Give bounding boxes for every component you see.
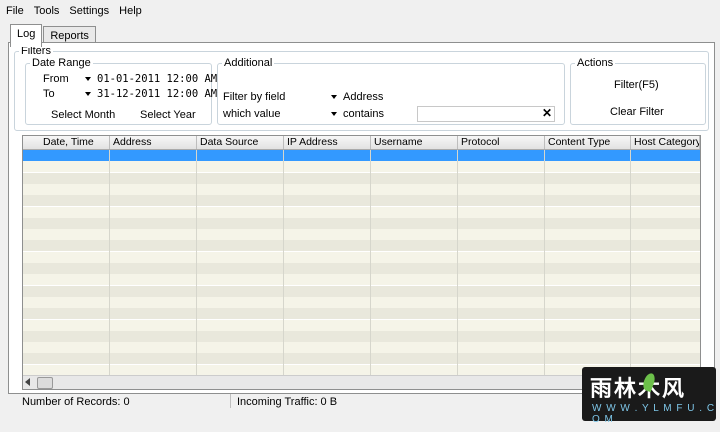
table-row[interactable] [23, 229, 700, 241]
watermark-url: W W W . Y L M F U . C O M [592, 403, 716, 425]
column-header-username[interactable]: Username [371, 136, 458, 149]
record-count: Number of Records: 0 [22, 396, 130, 408]
filter-value-input[interactable] [417, 106, 555, 122]
chevron-down-icon [331, 95, 337, 99]
table-body [23, 150, 700, 376]
table-row[interactable] [23, 183, 700, 195]
log-panel: Filters Date Range From 01-01-2011 12:00… [8, 42, 715, 394]
menu-settings[interactable]: Settings [63, 5, 113, 17]
date-range-legend: Date Range [32, 57, 91, 69]
scroll-left-icon[interactable] [25, 378, 30, 386]
tab-log[interactable]: Log [10, 24, 43, 47]
table-row[interactable] [23, 195, 700, 207]
log-table: Date, Time Address Data Source IP Addres… [22, 135, 701, 390]
column-header-content-type[interactable]: Content Type [545, 136, 631, 149]
select-month-button[interactable]: Select Month [51, 109, 115, 121]
select-year-button[interactable]: Select Year [140, 109, 196, 121]
which-value-label: which value [223, 108, 281, 120]
table-row[interactable] [23, 274, 700, 286]
status-divider [230, 394, 231, 408]
column-divider [196, 150, 197, 375]
table-row[interactable] [23, 161, 700, 173]
menu-help[interactable]: Help [113, 5, 146, 17]
condition-dropdown[interactable]: contains [331, 108, 384, 120]
chevron-down-icon [331, 112, 337, 116]
filter-by-field-label: Filter by field [223, 91, 286, 103]
to-label: To [43, 88, 55, 100]
column-divider [630, 150, 631, 375]
table-row[interactable] [23, 240, 700, 252]
column-divider [283, 150, 284, 375]
table-header: Date, Time Address Data Source IP Addres… [23, 136, 700, 150]
condition-value: contains [343, 108, 384, 120]
table-row[interactable] [23, 217, 700, 229]
column-divider [370, 150, 371, 375]
menu-file[interactable]: File [0, 5, 28, 17]
table-row[interactable] [23, 263, 700, 274]
table-row[interactable] [23, 342, 700, 354]
chevron-down-icon [85, 92, 91, 96]
table-row[interactable] [23, 353, 700, 365]
table-row[interactable] [23, 172, 700, 184]
column-header-host-category[interactable]: Host Category [631, 136, 700, 149]
table-row[interactable] [23, 319, 700, 331]
menu-bar: File Tools Settings Help [0, 0, 720, 22]
watermark-text: 雨林木风 [590, 376, 687, 401]
from-date-value: 01-01-2011 12:00 AM [97, 73, 218, 85]
incoming-traffic: Incoming Traffic: 0 B [237, 396, 338, 408]
to-date-value: 31-12-2011 12:00 AM [97, 88, 218, 100]
actions-legend: Actions [577, 57, 614, 69]
from-date-picker[interactable]: 01-01-2011 12:00 AM [85, 73, 217, 85]
column-divider [109, 150, 110, 375]
scroll-thumb[interactable] [37, 377, 53, 389]
column-header-data-source[interactable]: Data Source [197, 136, 284, 149]
table-row[interactable] [23, 285, 700, 297]
table-row[interactable] [23, 206, 700, 218]
clear-filter-button[interactable]: Clear Filter [610, 106, 664, 118]
column-header-ip-address[interactable]: IP Address [284, 136, 371, 149]
filter-field-value: Address [343, 91, 384, 103]
x-icon[interactable]: ✕ [542, 106, 552, 120]
filter-field-dropdown[interactable]: Address [331, 91, 383, 103]
selected-row[interactable] [23, 150, 700, 161]
from-label: From [43, 73, 69, 85]
table-row[interactable] [23, 308, 700, 320]
chevron-down-icon [85, 77, 91, 81]
filter-button[interactable]: Filter(F5) [614, 79, 659, 91]
table-row[interactable] [23, 296, 700, 308]
column-header-datetime[interactable]: Date, Time [23, 136, 110, 149]
column-divider [544, 150, 545, 375]
watermark-logo: 雨林木风 W W W . Y L M F U . C O M [582, 367, 716, 425]
to-date-picker[interactable]: 31-12-2011 12:00 AM [85, 88, 217, 100]
additional-legend: Additional [224, 57, 273, 69]
menu-tools[interactable]: Tools [28, 5, 64, 17]
column-header-protocol[interactable]: Protocol [458, 136, 545, 149]
column-header-address[interactable]: Address [110, 136, 197, 149]
table-row[interactable] [23, 330, 700, 342]
table-row[interactable] [23, 251, 700, 263]
column-divider [457, 150, 458, 375]
tab-strip: Log Reports [10, 24, 97, 47]
